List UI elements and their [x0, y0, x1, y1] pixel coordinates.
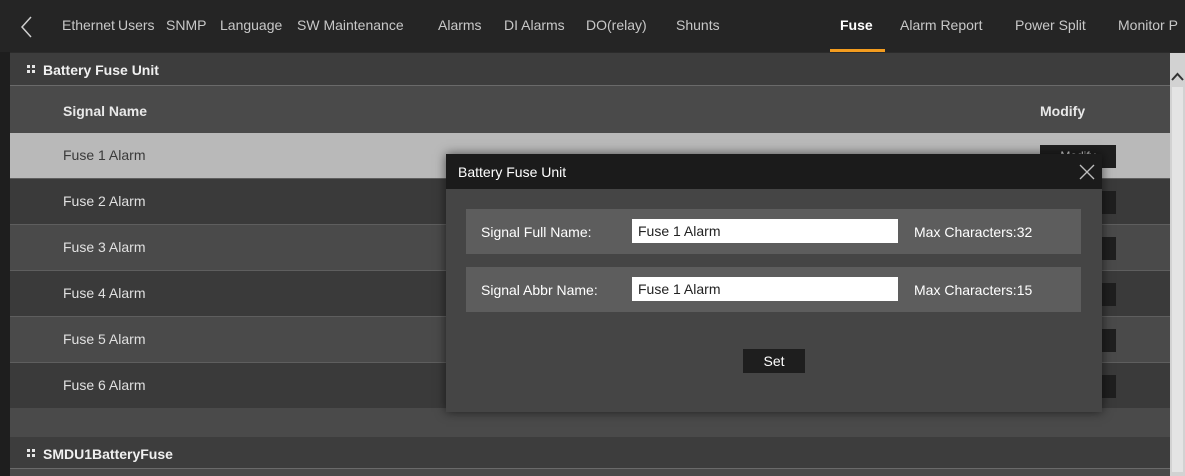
signal-abbr-name-input[interactable]: Fuse 1 Alarm	[632, 277, 898, 301]
signal-abbr-name-max-chars: Max Characters:15	[914, 282, 1033, 298]
signal-abbr-name-row: Signal Abbr Name: Fuse 1 Alarm Max Chara…	[466, 267, 1081, 312]
active-tab-indicator	[830, 49, 885, 52]
close-icon[interactable]	[1077, 162, 1097, 182]
set-button[interactable]: Set	[743, 349, 805, 373]
signal-name: Fuse 6 Alarm	[63, 377, 146, 393]
signal-name: Fuse 5 Alarm	[63, 331, 146, 347]
section-title: SMDU1BatteryFuse	[43, 446, 173, 462]
tab-alarms[interactable]: Alarms	[438, 17, 482, 33]
tab-power-split[interactable]: Power Split	[1015, 17, 1086, 33]
tab-alarm-report[interactable]: Alarm Report	[900, 17, 982, 33]
tab-snmp[interactable]: SNMP	[166, 17, 206, 33]
table-header: Signal Name Modify	[10, 89, 1170, 133]
tab-shunts[interactable]: Shunts	[676, 17, 720, 33]
signal-full-name-input[interactable]: Fuse 1 Alarm	[632, 219, 898, 243]
chevron-left-icon[interactable]	[20, 16, 40, 38]
column-header-modify: Modify	[1040, 103, 1086, 119]
signal-name: Fuse 1 Alarm	[63, 147, 146, 163]
scrollbar-thumb[interactable]	[1172, 87, 1183, 472]
dialog-titlebar: Battery Fuse Unit	[446, 154, 1102, 189]
grip-icon	[27, 65, 36, 74]
signal-name: Fuse 3 Alarm	[63, 239, 146, 255]
tab-monitor[interactable]: Monitor P	[1118, 17, 1178, 33]
grip-icon	[27, 449, 36, 458]
signal-full-name-row: Signal Full Name: Fuse 1 Alarm Max Chara…	[466, 209, 1081, 254]
tab-language[interactable]: Language	[220, 17, 282, 33]
section-title: Battery Fuse Unit	[43, 62, 159, 78]
left-edge	[0, 52, 10, 476]
tab-di-alarms[interactable]: DI Alarms	[504, 17, 565, 33]
tab-sw-maintenance[interactable]: SW Maintenance	[297, 17, 404, 33]
modify-signal-dialog: Battery Fuse Unit Signal Full Name: Fuse…	[446, 154, 1102, 412]
tab-fuse[interactable]: Fuse	[840, 17, 873, 33]
dialog-title: Battery Fuse Unit	[458, 164, 567, 180]
column-header-signal-name: Signal Name	[63, 103, 148, 119]
signal-full-name-max-chars: Max Characters:32	[914, 224, 1033, 240]
chevron-up-icon[interactable]	[1171, 69, 1184, 81]
tab-users[interactable]: Users	[118, 17, 155, 33]
tab-bar: Ethernet Users SNMP Language SW Maintena…	[0, 0, 1185, 52]
tab-ethernet[interactable]: Ethernet	[62, 17, 115, 33]
signal-full-name-label: Signal Full Name:	[481, 224, 592, 240]
tab-do-relay[interactable]: DO(relay)	[586, 17, 647, 33]
section-header-smdu1-battery-fuse[interactable]: SMDU1BatteryFuse	[10, 437, 1170, 469]
vertical-scrollbar[interactable]	[1170, 53, 1185, 476]
section-header-battery-fuse-unit[interactable]: Battery Fuse Unit	[10, 53, 1170, 86]
signal-abbr-name-label: Signal Abbr Name:	[481, 282, 598, 298]
signal-name: Fuse 4 Alarm	[63, 285, 146, 301]
signal-name: Fuse 2 Alarm	[63, 193, 146, 209]
